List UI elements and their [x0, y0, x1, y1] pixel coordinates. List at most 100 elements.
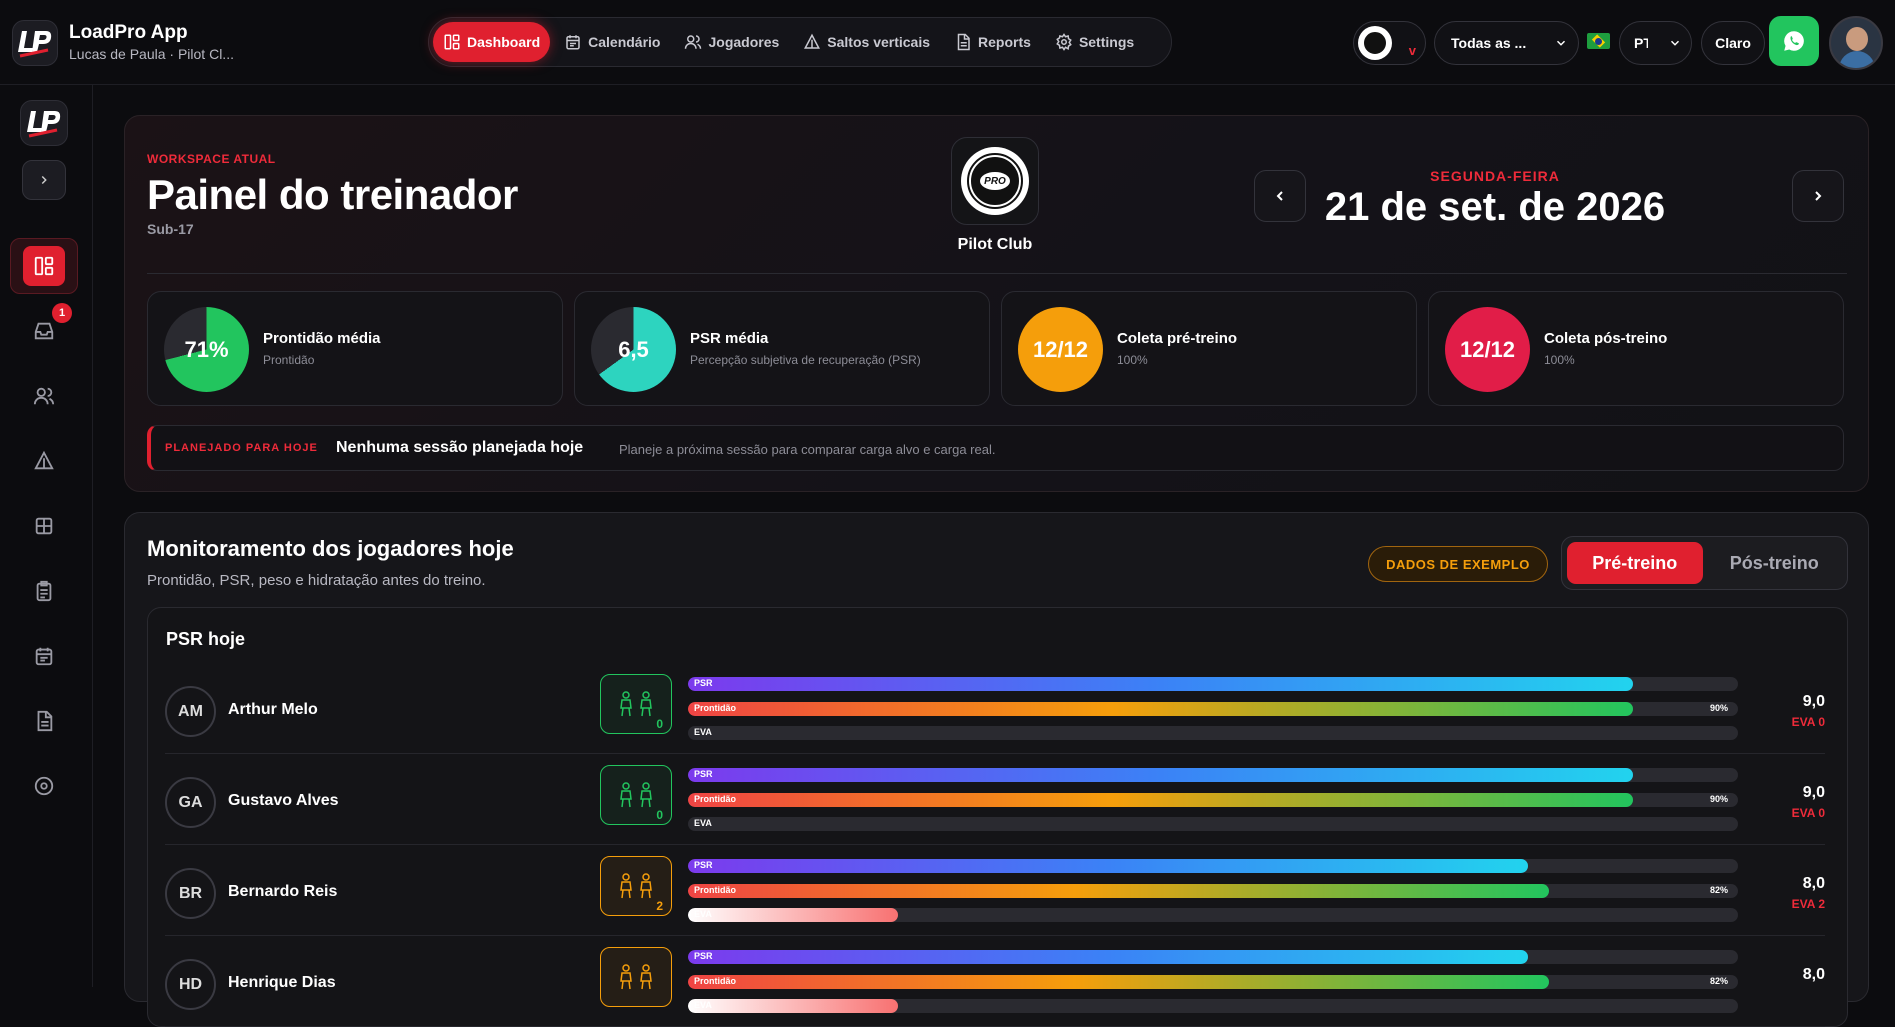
chevron-right-icon: [1815, 191, 1822, 201]
eva-bar-track: EVA: [688, 817, 1738, 831]
prev-day-button[interactable]: [1254, 170, 1306, 222]
pain-map-button[interactable]: 2: [600, 856, 672, 916]
bar-label: EVA: [694, 818, 712, 828]
club-switcher[interactable]: v: [1353, 21, 1426, 65]
gear-icon: [1056, 33, 1072, 51]
readiness-value: 90%: [1709, 703, 1728, 713]
body-back-icon: [640, 964, 652, 990]
psr-section-title: PSR hoje: [166, 629, 246, 649]
calendar-icon: [566, 35, 580, 50]
eva-bar-track: EVA: [688, 726, 1738, 740]
bar-label: PSR: [694, 951, 713, 961]
psr-bar-track: PSR: [688, 950, 1738, 964]
psr-score: 9,0: [1802, 784, 1825, 801]
body-back-icon: [640, 782, 652, 808]
kpi-subtitle: Percepção subjetiva de recuperação (PSR): [690, 353, 921, 367]
kpi-subtitle: 100%: [1117, 353, 1148, 367]
psr-bar-track: PSR: [688, 677, 1738, 691]
player-name[interactable]: Gustavo Alves: [228, 792, 339, 810]
nav-jogadores[interactable]: Jogadores: [674, 22, 789, 62]
bar-label: PSR: [694, 678, 713, 688]
players-icon: [33, 387, 55, 405]
kpi-value: 12/12: [1032, 336, 1089, 362]
player-avatar: GA: [165, 777, 216, 828]
nav-settings[interactable]: Settings: [1045, 22, 1144, 62]
brazil-flag-icon[interactable]: [1587, 33, 1610, 49]
psr-score: 8,0: [1802, 966, 1825, 983]
sidebar-item-dashboard[interactable]: [10, 238, 78, 294]
inbox-badge: 1: [52, 303, 72, 323]
weekday-label: SEGUNDA-FEIRA: [1430, 168, 1560, 184]
club-name: Pilot Club: [957, 236, 1033, 253]
nav-label: Settings: [1078, 34, 1135, 50]
sidebar-item-settings[interactable]: [22, 764, 66, 808]
nav-saltos-verticais[interactable]: Saltos verticais: [793, 22, 940, 62]
bar-label: EVA: [694, 1000, 712, 1010]
monitoring-subtitle: Prontidão, PSR, peso e hidratação antes …: [147, 572, 486, 589]
nav-dashboard[interactable]: Dashboard: [433, 22, 551, 62]
sidebar-expand-button[interactable]: [22, 160, 66, 200]
sidebar-item-grid[interactable]: [22, 504, 66, 548]
phase-toggle: Pré-treino Pós-treino: [1561, 536, 1848, 590]
loadpro-logo-icon: [18, 31, 52, 58]
sidebar-item-jumps[interactable]: [22, 439, 66, 483]
player-row[interactable]: AM Arthur Melo 0 PSR Prontidão 90% EVA 9,0 EVA 0: [165, 663, 1825, 754]
sidebar-item-reports[interactable]: [22, 699, 66, 743]
player-row[interactable]: BR Bernardo Reis 2 PSR Prontidão 82% EVA 8,0 EVA…: [165, 845, 1825, 936]
sidebar: 1: [0, 85, 93, 987]
sidebar-logo[interactable]: [20, 100, 68, 146]
kpi-title: Coleta pós-treino: [1544, 330, 1668, 347]
eva-score: EVA 0: [1791, 715, 1825, 729]
eva-bar-track: EVA: [688, 908, 1738, 922]
readiness-bar: Prontidão: [688, 702, 1633, 716]
player-name[interactable]: Bernardo Reis: [228, 883, 337, 901]
jump-icon: [34, 450, 54, 470]
pain-map-button[interactable]: 0: [600, 674, 672, 734]
next-day-button[interactable]: [1792, 170, 1844, 222]
language-select-value: PT: [1634, 35, 1648, 51]
readiness-bar: Prontidão: [688, 884, 1549, 898]
club-logo: PRO: [951, 137, 1039, 225]
team-select[interactable]: Todas as ...: [1434, 21, 1579, 65]
nav-label: Calendário: [588, 34, 661, 50]
bar-label: PSR: [694, 860, 713, 870]
tab-post-training[interactable]: Pós-treino: [1707, 542, 1843, 584]
kpi-value: 71%: [184, 336, 229, 362]
language-select[interactable]: PT: [1619, 21, 1692, 65]
dashboard-icon: [34, 256, 54, 276]
theme-toggle[interactable]: Claro: [1701, 21, 1765, 65]
player-name[interactable]: Henrique Dias: [228, 974, 336, 992]
dashboard-icon: [444, 34, 460, 50]
avatar[interactable]: [1829, 16, 1883, 70]
player-name[interactable]: Arthur Melo: [228, 701, 318, 719]
sidebar-item-calendar[interactable]: [22, 634, 66, 678]
kpi-subtitle: Prontidão: [263, 353, 315, 367]
player-row[interactable]: GA Gustavo Alves 0 PSR Prontidão 90% EVA 9,0 EVA…: [165, 754, 1825, 845]
nav-label: Jogadores: [708, 34, 780, 50]
nav-reports[interactable]: Reports: [944, 22, 1041, 62]
chevron-right-icon: [41, 175, 47, 185]
tab-pre-training[interactable]: Pré-treino: [1567, 542, 1703, 584]
body-back-icon: [640, 873, 652, 899]
readiness-gauge: 71%: [164, 307, 249, 392]
bar-label: PSR: [694, 769, 713, 779]
psr-bar-track: PSR: [688, 859, 1738, 873]
kpi-title: Prontidão média: [263, 330, 381, 347]
readiness-value: 82%: [1709, 885, 1728, 895]
sidebar-item-inbox[interactable]: 1: [22, 303, 72, 353]
monitoring-title: Monitoramento dos jogadores hoje: [147, 536, 514, 561]
sidebar-item-players[interactable]: [22, 374, 66, 418]
pain-map-button[interactable]: [600, 947, 672, 1007]
whatsapp-icon: [1784, 31, 1804, 51]
sidebar-item-clipboard[interactable]: [22, 569, 66, 613]
nav-calendario[interactable]: Calendário: [554, 22, 670, 62]
pain-map-button[interactable]: 0: [600, 765, 672, 825]
app-logo[interactable]: [12, 20, 58, 66]
whatsapp-button[interactable]: [1769, 16, 1819, 66]
body-front-icon: [620, 691, 632, 717]
player-row[interactable]: HD Henrique Dias PSR Prontidão 82% EVA 8,0: [165, 936, 1825, 1027]
planned-session-banner: PLANEJADO PARA HOJE Nenhuma sessão plane…: [147, 425, 1844, 471]
body-front-icon: [620, 964, 632, 990]
player-avatar: AM: [165, 686, 216, 737]
chevron-down-icon: [1556, 40, 1566, 46]
